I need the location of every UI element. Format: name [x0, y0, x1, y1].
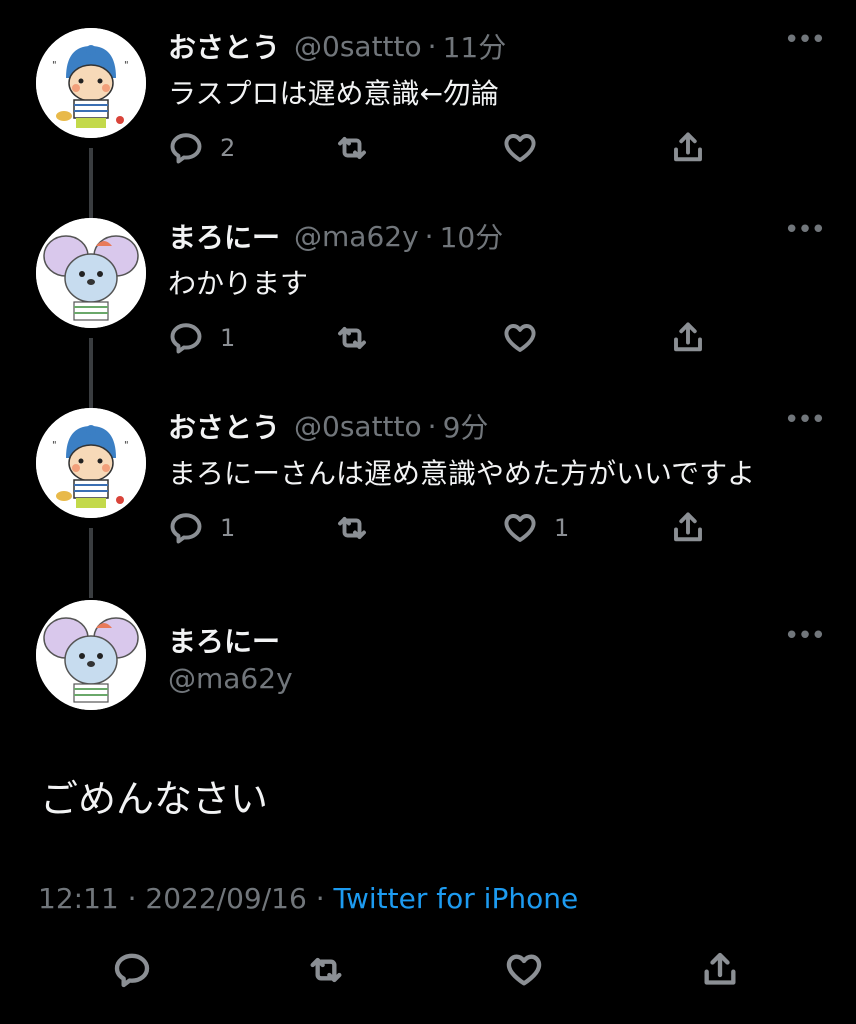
timestamp[interactable]: 11分 — [443, 26, 507, 66]
retweet-icon — [310, 957, 342, 983]
tweet-actions: 1 1 — [168, 508, 728, 548]
tweet-source-link[interactable]: Twitter for iPhone — [334, 882, 579, 915]
thread-line — [89, 148, 93, 228]
main-tweet-actions — [0, 950, 856, 1000]
like-button[interactable]: 1 — [502, 508, 569, 548]
svg-text:": " — [124, 440, 129, 451]
reply-count: 1 — [220, 514, 236, 542]
reply-icon — [170, 513, 202, 544]
display-name[interactable]: まろにー — [168, 216, 280, 256]
retweet-icon — [338, 327, 366, 349]
separator-dot: · — [127, 882, 137, 915]
reply-count: 2 — [220, 134, 236, 162]
share-button[interactable] — [670, 128, 706, 168]
reply-button[interactable] — [112, 950, 152, 990]
retweet-button[interactable] — [334, 128, 386, 168]
separator-dot: · — [315, 882, 325, 915]
avatar-osato[interactable]: " " — [36, 408, 146, 518]
user-handle[interactable]: @0sattto — [294, 410, 422, 443]
share-button[interactable] — [670, 508, 706, 548]
tweet-1[interactable]: " " おさとう @0sattto · 11分 ••• ラスプロは遅め意識←勿論 … — [0, 26, 856, 228]
tweet-header: まろにー @ma62y · 10分 — [168, 216, 504, 256]
tweet-header: おさとう @0sattto · 9分 — [168, 406, 489, 446]
reply-icon — [170, 133, 202, 164]
reply-button[interactable]: 2 — [168, 128, 235, 168]
more-icon[interactable]: ••• — [784, 623, 826, 649]
avatar-maronii-image — [36, 218, 146, 328]
retweet-button[interactable] — [334, 508, 386, 548]
svg-text:": " — [52, 440, 57, 451]
share-icon — [704, 952, 736, 985]
tweet-text: わかります — [168, 267, 309, 300]
share-button[interactable] — [670, 318, 706, 358]
reply-icon — [114, 953, 150, 988]
like-button[interactable] — [502, 128, 554, 168]
heart-icon — [504, 514, 536, 542]
reply-button[interactable]: 1 — [168, 318, 235, 358]
timestamp[interactable]: 10分 — [440, 216, 504, 256]
display-name[interactable]: まろにー — [168, 620, 280, 660]
tweet-actions: 1 — [168, 318, 728, 358]
retweet-icon — [338, 137, 366, 159]
reply-count: 1 — [220, 324, 236, 352]
tweet-text: ごめんなさい — [40, 777, 269, 821]
user-handle[interactable]: @ma62y — [294, 220, 419, 253]
tweet-header: おさとう @0sattto · 11分 — [168, 26, 507, 66]
more-icon[interactable]: ••• — [784, 407, 826, 433]
separator-dot: · — [427, 409, 437, 443]
tweet-text: まろにーさんは遅め意識やめた方がいいですよ — [168, 457, 756, 490]
more-icon[interactable]: ••• — [784, 27, 826, 53]
tweet-3[interactable]: " " おさとう @0sattto · 9分 ••• まろにーさんは遅め意識やめた… — [0, 406, 856, 598]
heart-icon — [504, 134, 536, 162]
avatar-maronii[interactable] — [36, 218, 146, 328]
retweet-button[interactable] — [334, 318, 386, 358]
svg-text:": " — [124, 60, 129, 71]
reply-button[interactable]: 1 — [168, 508, 235, 548]
display-name[interactable]: おさとう — [168, 406, 280, 446]
retweet-button[interactable] — [306, 950, 346, 990]
reply-icon — [170, 323, 202, 354]
more-icon[interactable]: ••• — [784, 217, 826, 243]
tweet-time[interactable]: 12:11 — [38, 882, 119, 915]
heart-icon — [506, 954, 542, 986]
user-handle[interactable]: @ma62y — [168, 662, 293, 695]
heart-icon — [504, 324, 536, 352]
svg-text:": " — [52, 60, 57, 71]
like-button[interactable] — [502, 318, 554, 358]
separator-dot: · — [427, 29, 437, 63]
avatar-osato-image: " " — [36, 408, 146, 518]
share-icon — [674, 322, 702, 352]
share-button[interactable] — [700, 950, 740, 990]
avatar-maronii[interactable] — [36, 600, 146, 710]
retweet-icon — [338, 517, 366, 539]
timestamp[interactable]: 9分 — [443, 406, 489, 446]
avatar-maronii-image — [36, 600, 146, 710]
avatar-osato[interactable]: " " — [36, 28, 146, 138]
tweet-text: ラスプロは遅め意識←勿論 — [168, 77, 499, 110]
like-button[interactable] — [504, 950, 544, 990]
user-handle[interactable]: @0sattto — [294, 30, 422, 63]
tweet-meta: 12:11 · 2022/09/16 · Twitter for iPhone — [38, 882, 578, 915]
tweet-date[interactable]: 2022/09/16 — [145, 882, 306, 915]
tweet-2[interactable]: まろにー @ma62y · 10分 ••• わかります 1 — [0, 216, 856, 418]
display-name[interactable]: おさとう — [168, 26, 280, 66]
tweet-actions: 2 — [168, 128, 728, 168]
like-count: 1 — [554, 514, 570, 542]
share-icon — [674, 512, 702, 542]
share-icon — [674, 132, 702, 162]
thread-line — [89, 528, 93, 598]
separator-dot: · — [424, 219, 434, 253]
thread-line — [89, 338, 93, 418]
avatar-osato-image: " " — [36, 28, 146, 138]
